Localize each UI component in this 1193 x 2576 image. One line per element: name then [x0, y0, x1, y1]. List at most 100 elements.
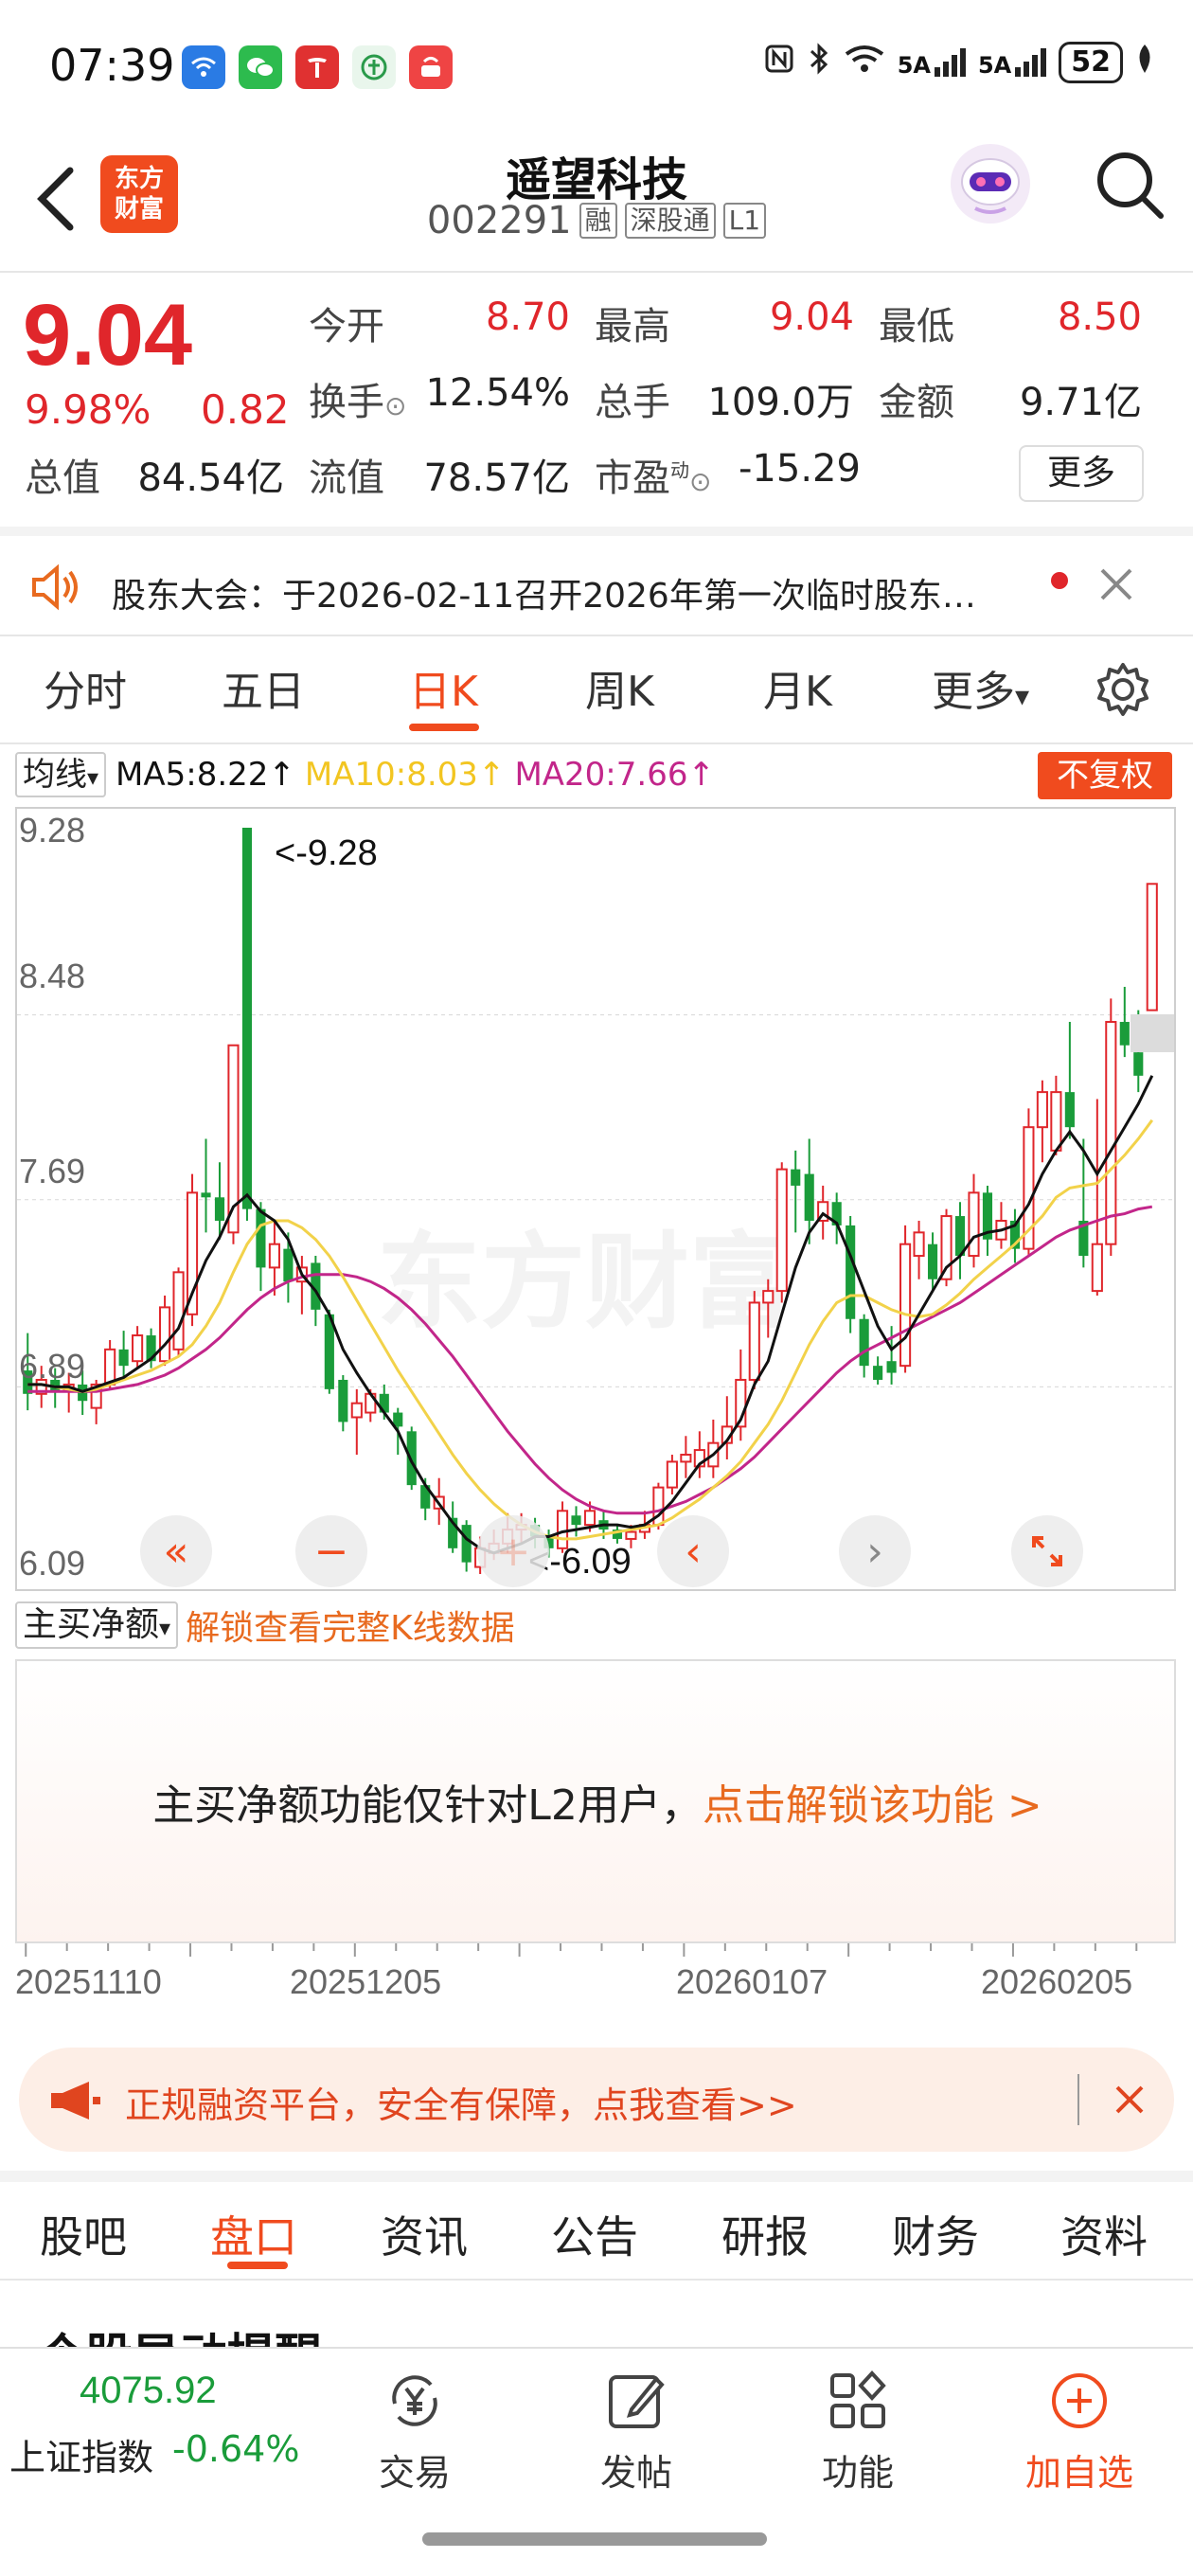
chart-settings-button[interactable] — [1093, 659, 1153, 724]
quote-panel: 9.04 9.98% 0.82 今开 8.70 最高 9.04 最低 8.50 … — [0, 273, 1193, 528]
tab-order-book[interactable]: 盘口 — [210, 2203, 297, 2265]
ma5-value: MA5:8.22↑ — [116, 756, 295, 794]
tab-financials[interactable]: 财务 — [892, 2203, 979, 2265]
post-label: 发帖 — [599, 2452, 672, 2494]
unadjusted-price-button[interactable]: 不复权 — [1038, 752, 1172, 799]
candle-76 — [1050, 1075, 1062, 1155]
caret-down-icon: ▾ — [159, 1615, 171, 1641]
home-indicator[interactable] — [422, 2532, 767, 2546]
wifi-6-icon — [843, 43, 886, 82]
candle-33 — [461, 1520, 472, 1572]
pe-label[interactable]: 市盈动⊙ — [595, 447, 711, 502]
candlestick-chart[interactable]: 东方财富 9.28 8.48 7.69 6.89 6.09 <-9.28 <-6… — [15, 807, 1176, 1591]
candle-24 — [338, 1375, 348, 1432]
current-price: 9.04 — [23, 287, 193, 384]
tab-announcements[interactable]: 公告 — [551, 2203, 638, 2265]
network-type-label: 5A — [977, 52, 1012, 79]
stock-header: 东方财富 遥望科技 002291 融 深股通 L1 — [0, 133, 1193, 273]
y-tick-label-min: 6.09 — [19, 1544, 86, 1583]
low-value: 8.50 — [1057, 295, 1142, 339]
search-button[interactable] — [1089, 144, 1170, 225]
candle-77 — [1064, 1022, 1075, 1139]
close-ad-button[interactable] — [1106, 2076, 1153, 2127]
tab-research[interactable]: 研报 — [721, 2203, 809, 2265]
wifi-app-icon — [182, 45, 225, 89]
market-cap-value: 84.54亿 — [137, 456, 284, 500]
add-watchlist-label: 加自选 — [1024, 2452, 1133, 2494]
date-label-1: 20251110 — [15, 1962, 162, 2001]
date-ticks — [25, 1943, 1138, 1957]
turnover-label[interactable]: 换手⊙ — [309, 371, 406, 426]
close-icon — [1100, 568, 1132, 600]
health-app-icon — [352, 45, 396, 89]
notice-banner[interactable]: 股东大会：于2026-02-11召开2026年第一次临时股东… — [0, 536, 1193, 640]
indicator-select-label: 均线 — [23, 756, 87, 794]
candle-12 — [172, 1267, 185, 1357]
turnover-value: 12.54% — [425, 371, 570, 415]
tab-forum[interactable]: 股吧 — [40, 2203, 127, 2265]
tab-more-periods[interactable]: 更多▾ — [932, 657, 1029, 718]
amount-value: 9.71亿 — [1019, 381, 1142, 424]
expand-icon — [1032, 1536, 1062, 1566]
detail-tabs: 股吧 盘口 资讯 公告 研报 财务 资料 — [0, 2174, 1193, 2279]
tab-five-day[interactable]: 五日 — [222, 657, 305, 718]
trade-button[interactable]: 交易 — [358, 2368, 472, 2496]
kline-svg — [17, 828, 1174, 1574]
caret-down-icon: ▾ — [1015, 680, 1030, 713]
candle-41 — [571, 1506, 581, 1537]
candle-11 — [158, 1296, 171, 1367]
l2-upsell-panel[interactable]: 主买净额功能仅针对L2用户，点击解锁该功能 > — [15, 1659, 1176, 1943]
candle-56 — [775, 1162, 788, 1303]
l2-upsell-text: 主买净额功能仅针对L2用户，点击解锁该功能 > — [17, 1771, 1178, 1832]
l2-unlock-link[interactable]: 点击解锁该功能 > — [703, 1781, 1042, 1830]
financing-ad-banner[interactable]: 正规融资平台，安全有保障，点我查看>> — [19, 2048, 1174, 2152]
candle-69 — [954, 1202, 966, 1279]
candle-19 — [268, 1220, 280, 1297]
scroll-left-button[interactable]: ‹ — [657, 1515, 729, 1587]
more-quote-button[interactable]: 更多 — [1019, 445, 1144, 502]
zoom-out-button[interactable]: − — [295, 1515, 367, 1587]
add-watchlist-button[interactable]: 加自选 — [1023, 2368, 1136, 2496]
candle-49 — [680, 1436, 692, 1478]
l2-upsell-prefix: 主买净额功能仅针对L2用户， — [152, 1781, 703, 1830]
moving-average-row: 均线▾ MA5:8.22↑ MA10:8.03↑ MA20:7.66↑ — [15, 750, 715, 799]
index-value: 4075.92 — [80, 2370, 217, 2411]
candle-72 — [995, 1202, 1007, 1249]
indicator-select[interactable]: 均线▾ — [15, 752, 107, 797]
y-tick-label-3: 7.69 — [19, 1152, 86, 1190]
tab-daily-k[interactable]: 日K — [409, 657, 478, 718]
net-flow-select[interactable]: 主买净额▾ — [15, 1601, 179, 1649]
fullscreen-button[interactable] — [1011, 1515, 1083, 1587]
post-button[interactable]: 发帖 — [579, 2368, 693, 2496]
candle-48 — [666, 1455, 678, 1495]
status-bar: 07:39 5A 5A 52 — [0, 0, 1193, 133]
tabs-divider — [0, 742, 1193, 744]
zoom-in-button[interactable]: + — [477, 1515, 549, 1587]
ai-assistant-robot-icon[interactable] — [947, 140, 1034, 227]
candle-57 — [791, 1150, 801, 1233]
connect-tag: 深股通 — [624, 203, 716, 239]
yen-exchange-icon — [392, 2375, 437, 2426]
stock-code: 002291 — [426, 199, 572, 242]
net-flow-select-label: 主买净额 — [23, 1605, 160, 1644]
tab-intraday[interactable]: 分时 — [44, 657, 127, 718]
tab-weekly-k[interactable]: 周K — [585, 657, 654, 718]
candle-9 — [132, 1326, 144, 1368]
candle-8 — [118, 1331, 129, 1380]
float-cap-label: 流值 — [309, 456, 384, 500]
scroll-right-button[interactable]: › — [839, 1515, 911, 1587]
functions-button[interactable]: 功能 — [801, 2368, 915, 2496]
tab-profile[interactable]: 资料 — [1060, 2203, 1148, 2265]
tab-monthly-k[interactable]: 月K — [763, 657, 832, 718]
pe-label-text: 市盈 — [595, 456, 670, 500]
speaker-icon — [27, 559, 83, 619]
change-amount: 0.82 — [201, 386, 290, 433]
close-notice-button[interactable] — [1093, 561, 1140, 612]
candle-62 — [859, 1314, 869, 1378]
candle-75 — [1036, 1080, 1048, 1163]
tab-news[interactable]: 资讯 — [381, 2203, 468, 2265]
chevron-left-icon: ‹ — [685, 1527, 702, 1576]
scroll-far-left-button[interactable]: « — [140, 1515, 212, 1587]
volume-value: 109.0万 — [707, 381, 854, 424]
unlock-kline-link[interactable]: 解锁查看完整K线数据 — [186, 1601, 515, 1650]
